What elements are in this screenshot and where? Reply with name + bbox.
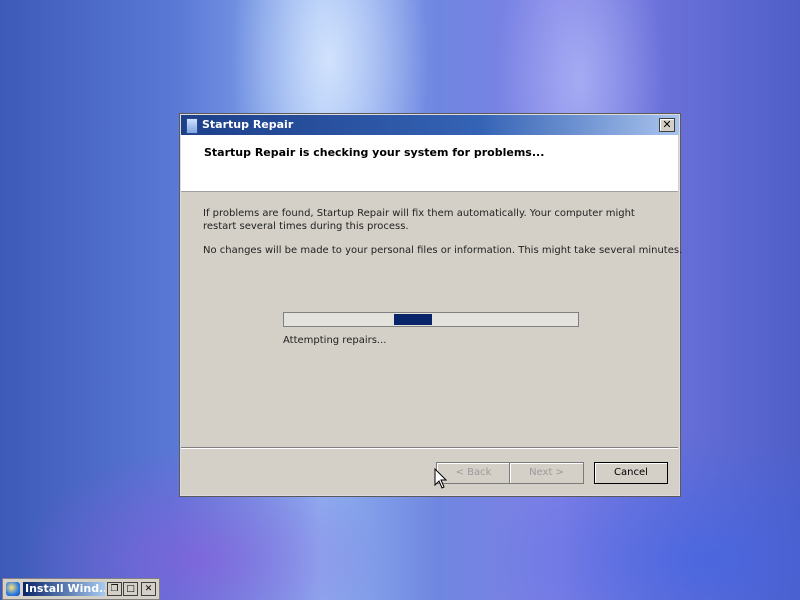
cancel-button[interactable]: Cancel — [594, 462, 668, 484]
startup-repair-dialog: Startup Repair ✕ Startup Repair is check… — [179, 113, 683, 497]
window-title: Startup Repair — [202, 118, 294, 131]
header-panel: Startup Repair is checking your system f… — [181, 135, 678, 192]
close-window-button[interactable]: ✕ — [141, 582, 156, 596]
status-text: Attempting repairs... — [283, 335, 387, 346]
footer-separator — [181, 447, 678, 449]
minimized-window-install-windows[interactable]: Install Wind... ❐ □ ✕ — [2, 578, 160, 600]
next-button[interactable]: Next > — [509, 462, 584, 484]
close-button[interactable]: ✕ — [659, 118, 675, 132]
progress-bar — [283, 312, 579, 327]
minimized-window-title: Install Wind... — [23, 582, 105, 596]
mouse-pointer-icon — [434, 468, 448, 489]
restore-button[interactable]: ❐ — [107, 582, 122, 596]
title-bar[interactable]: Startup Repair ✕ — [181, 115, 679, 135]
info-paragraph-restart: If problems are found, Startup Repair wi… — [203, 208, 635, 232]
info-paragraph-files: No changes will be made to your personal… — [203, 245, 683, 256]
app-icon — [186, 118, 198, 134]
progress-marquee-fill — [394, 314, 432, 325]
windows-logo-icon — [6, 582, 20, 596]
maximize-button[interactable]: □ — [123, 582, 138, 596]
page-heading: Startup Repair is checking your system f… — [204, 146, 545, 159]
